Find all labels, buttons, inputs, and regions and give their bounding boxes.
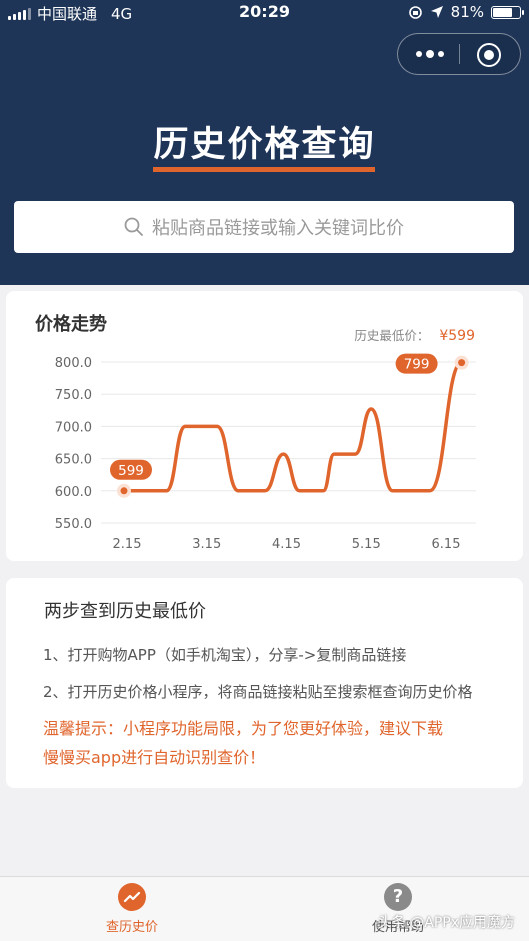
end-price-label: 799 bbox=[404, 357, 430, 373]
battery-percent: 81% bbox=[450, 3, 484, 21]
y-tick-label: 650.0 bbox=[55, 453, 92, 468]
title-underline bbox=[153, 167, 375, 172]
instruction-step-1: 1、打开购物APP（如手机淘宝），分享->复制商品链接 bbox=[43, 646, 407, 664]
price-trend-card: 价格走势 历史最低价： ¥599 800.0 750.0 700.0 650.0 600.… bbox=[6, 291, 523, 561]
instruction-step-2: 2、打开历史价格小程序，将商品链接粘贴至搜索框查询历史价格 bbox=[43, 683, 473, 701]
search-placeholder: 粘贴商品链接或输入关键词比价 bbox=[152, 218, 404, 239]
price-chart: 800.0 750.0 700.0 650.0 600.0 550.0 2.15 3.15 4.… bbox=[55, 353, 476, 552]
search-icon bbox=[124, 217, 143, 236]
capsule-divider bbox=[459, 44, 460, 64]
instructions-card: 两步查到历史最低价 1、打开购物APP（如手机淘宝），分享->复制商品链接 2、… bbox=[6, 578, 523, 788]
y-tick-label: 750.0 bbox=[55, 388, 92, 403]
x-tick-label: 6.15 bbox=[432, 537, 461, 552]
more-menu-icon[interactable] bbox=[414, 48, 446, 60]
tab-price-history[interactable]: 查历史价 bbox=[62, 883, 202, 935]
close-miniprogram-icon[interactable] bbox=[477, 43, 501, 67]
x-tick-label: 5.15 bbox=[352, 537, 381, 552]
page-title: 历史价格查询 bbox=[153, 125, 376, 165]
watermark: 头条 @APPx应用魔方 bbox=[377, 915, 515, 931]
start-point bbox=[120, 487, 128, 495]
location-arrow-icon bbox=[430, 6, 443, 18]
y-tick-label: 800.0 bbox=[55, 356, 92, 371]
end-point bbox=[458, 359, 466, 367]
trend-chart-icon bbox=[118, 883, 146, 911]
tip-line-2: 慢慢买app进行自动识别查价！ bbox=[43, 748, 266, 767]
instructions-title: 两步查到历史最低价 bbox=[44, 601, 206, 622]
search-input[interactable]: 粘贴商品链接或输入关键词比价 bbox=[14, 201, 514, 253]
header: 中国联通 4G 20:29 81% 历史价格查询 粘贴商品链接或输入关键词比价 bbox=[0, 0, 529, 285]
x-tick-label: 2.15 bbox=[113, 537, 142, 552]
x-tick-label: 3.15 bbox=[192, 537, 221, 552]
screen-lock-icon bbox=[408, 5, 422, 19]
y-tick-label: 700.0 bbox=[55, 420, 92, 435]
y-tick-label: 550.0 bbox=[55, 517, 92, 532]
help-icon: ? bbox=[384, 883, 412, 911]
x-tick-label: 4.15 bbox=[272, 537, 301, 552]
tip-text: 温馨提示：小程序功能局限，为了您更好体验，建议下载 慢慢买app进行自动识别查价… bbox=[43, 714, 513, 772]
y-tick-label: 600.0 bbox=[55, 485, 92, 500]
miniprogram-capsule bbox=[397, 33, 521, 75]
tip-line-1: 温馨提示：小程序功能局限，为了您更好体验，建议下载 bbox=[43, 719, 444, 738]
battery-icon bbox=[491, 5, 524, 19]
status-bar: 中国联通 4G 20:29 81% bbox=[0, 0, 529, 26]
tab-price-history-label: 查历史价 bbox=[105, 920, 158, 935]
start-price-label: 599 bbox=[118, 463, 144, 479]
